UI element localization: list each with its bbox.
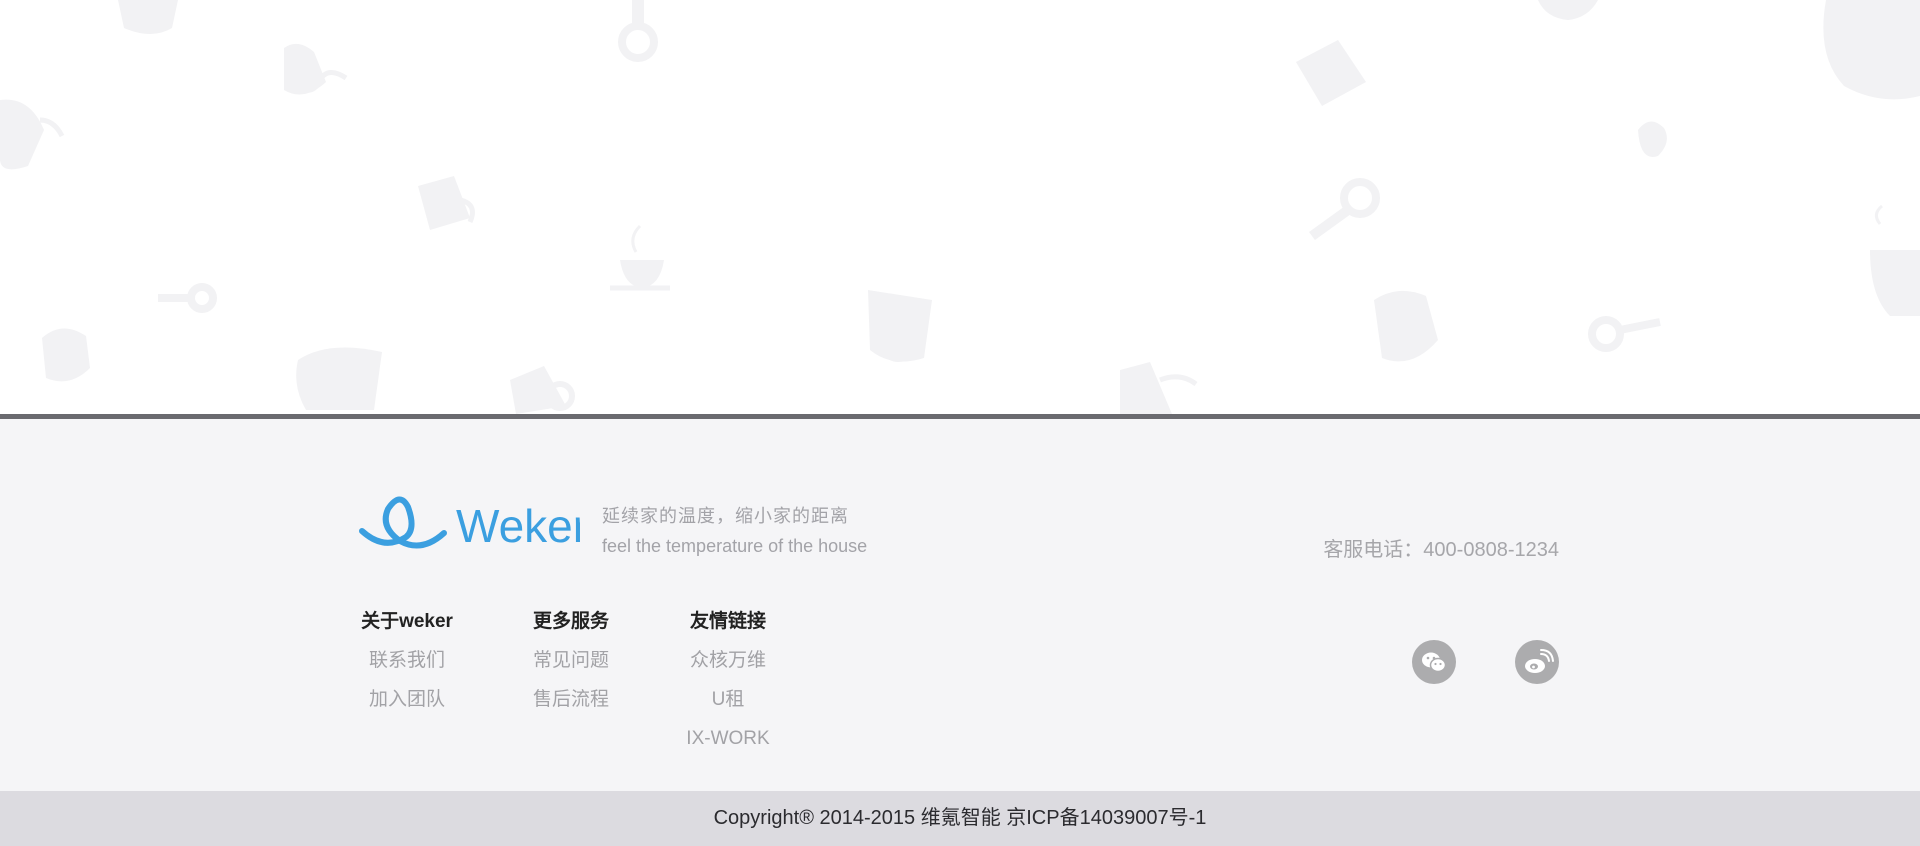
link-contact-us[interactable]: 联系我们	[356, 641, 458, 680]
hero-background	[0, 0, 1920, 414]
wechat-button[interactable]	[1412, 640, 1456, 684]
slogan-english: feel the temperature of the house	[602, 536, 868, 556]
copyright-bar: Copyright® 2014-2015 维氪智能 京ICP备14039007号…	[0, 791, 1920, 846]
brand-logo[interactable]: Weker	[358, 495, 588, 560]
weibo-button[interactable]	[1515, 640, 1559, 684]
slogan-chinese: 延续家的温度，缩小家的距离	[602, 506, 849, 526]
wechat-icon	[1422, 652, 1447, 673]
logo-ribbon-icon	[359, 496, 447, 549]
footer-column-about: 关于weker 联系我们 加入团队	[356, 602, 458, 719]
customer-service-hotline: 客服电话：400-0808-1234	[1323, 539, 1559, 561]
column-title: 关于weker	[361, 611, 453, 632]
pattern-decoration	[0, 0, 1920, 414]
link-after-sales[interactable]: 售后流程	[526, 680, 616, 719]
slogan: 延续家的温度，缩小家的距离 feel the temperature of th…	[602, 502, 867, 557]
link-faq[interactable]: 常见问题	[526, 641, 616, 680]
link-u-zu[interactable]: U租	[676, 680, 780, 719]
site-footer: Weker 延续家的温度，缩小家的距离 feel the temperature…	[0, 419, 1920, 791]
link-zhonghe-wanwei[interactable]: 众核万维	[676, 641, 780, 680]
link-ix-work[interactable]: IX-WORK	[676, 719, 780, 758]
logo-wordmark: Weker	[456, 500, 580, 552]
column-title: 更多服务	[532, 611, 609, 632]
link-join-team[interactable]: 加入团队	[356, 680, 458, 719]
footer-column-services: 更多服务 常见问题 售后流程	[526, 602, 616, 719]
weibo-icon	[1525, 649, 1554, 673]
footer-column-friend-links: 友情链接 众核万维 U租 IX-WORK	[676, 602, 780, 758]
column-title: 友情链接	[689, 611, 766, 632]
